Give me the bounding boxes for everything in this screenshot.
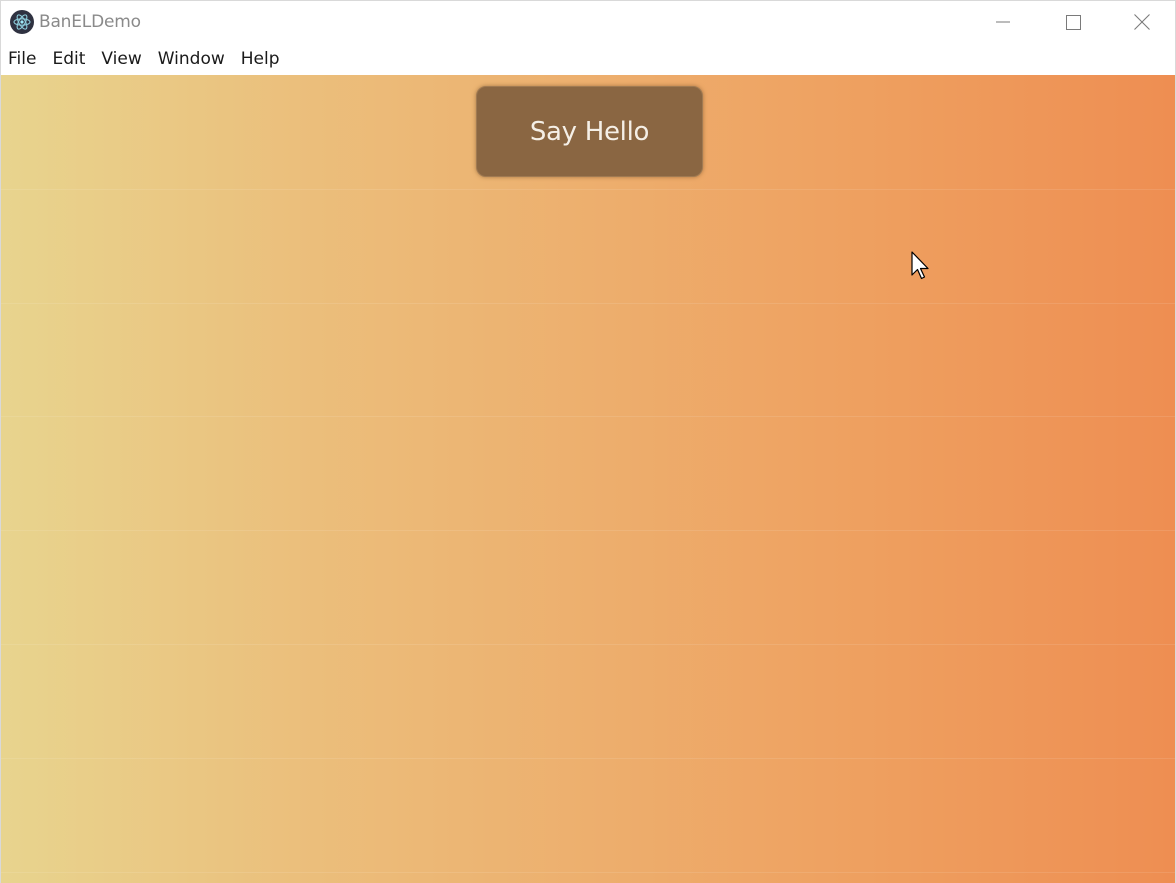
menu-view[interactable]: View (93, 43, 149, 75)
mouse-cursor-icon (911, 251, 929, 280)
menu-bar: File Edit View Window Help (1, 43, 1175, 75)
window-title: BanELDemo (39, 12, 141, 32)
app-window: BanELDemo File Edit View Window Help Say… (0, 0, 1176, 883)
minimize-button[interactable] (968, 1, 1038, 43)
say-hello-button[interactable]: Say Hello (476, 86, 703, 177)
menu-window[interactable]: Window (150, 43, 233, 75)
background-divider (1, 644, 1175, 645)
background-divider (1, 872, 1175, 873)
title-bar[interactable]: BanELDemo (1, 1, 1175, 43)
close-button[interactable] (1107, 1, 1176, 43)
menu-edit[interactable]: Edit (44, 43, 93, 75)
minimize-icon (996, 21, 1010, 23)
background-divider (1, 758, 1175, 759)
background-divider (1, 530, 1175, 531)
menu-help[interactable]: Help (233, 43, 288, 75)
menu-file[interactable]: File (1, 43, 44, 75)
background-divider (1, 189, 1175, 190)
background-divider (1, 416, 1175, 417)
background-divider (1, 303, 1175, 304)
main-content: Say Hello (1, 75, 1175, 883)
close-icon (1134, 14, 1150, 30)
maximize-button[interactable] (1038, 1, 1108, 43)
maximize-icon (1065, 14, 1081, 30)
electron-app-icon (10, 10, 34, 34)
